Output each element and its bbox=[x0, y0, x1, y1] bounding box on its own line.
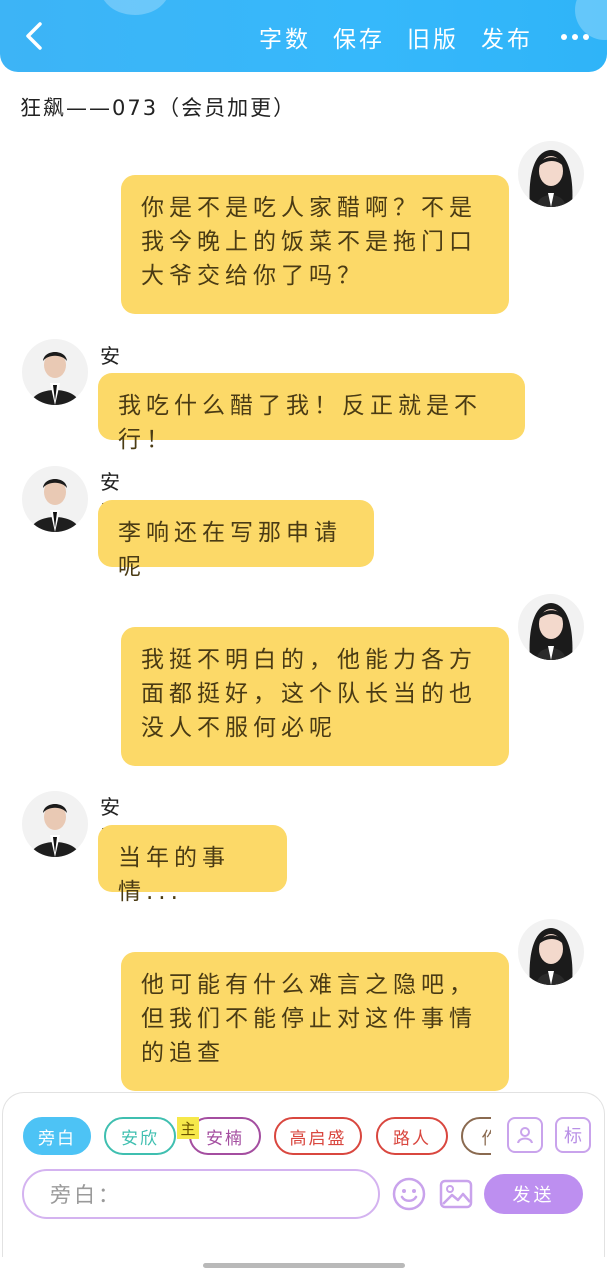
word-count-button[interactable]: 字数 bbox=[259, 20, 311, 54]
avatar-female-icon bbox=[518, 919, 584, 985]
role-chip-author[interactable]: 作 bbox=[461, 1117, 491, 1155]
back-button[interactable] bbox=[16, 18, 52, 54]
avatar-female[interactable] bbox=[518, 919, 584, 985]
emoji-icon[interactable] bbox=[391, 1176, 427, 1212]
avatar-female[interactable] bbox=[518, 594, 584, 660]
message-bubble[interactable]: 当年的事情... bbox=[98, 825, 287, 905]
publish-button[interactable]: 发布 bbox=[481, 20, 533, 54]
old-version-button[interactable]: 旧版 bbox=[407, 20, 459, 54]
main-role-badge: 主 bbox=[177, 1117, 199, 1139]
avatar-male-icon bbox=[22, 339, 88, 405]
chapter-title: 狂飙——073（会员加更） bbox=[20, 96, 297, 120]
chevron-left-icon bbox=[26, 22, 42, 50]
role-selector: 旁白 安欣 安楠 高启盛 路人 作 bbox=[23, 1117, 491, 1159]
emoji-glyph bbox=[392, 1177, 426, 1211]
avatar-male[interactable] bbox=[22, 466, 88, 532]
more-horizontal-icon[interactable] bbox=[555, 34, 589, 40]
message-bubble[interactable]: 李响还在写那申请呢 bbox=[98, 500, 374, 580]
image-icon[interactable] bbox=[438, 1176, 474, 1212]
role-chip-anxin[interactable]: 安欣 bbox=[104, 1117, 176, 1155]
home-indicator bbox=[203, 1263, 405, 1268]
role-chip-passerby[interactable]: 路人 bbox=[376, 1117, 448, 1155]
avatar-female[interactable] bbox=[518, 141, 584, 207]
message-input[interactable]: 旁白： bbox=[22, 1169, 380, 1219]
avatar-female-icon bbox=[518, 141, 584, 207]
avatar-male[interactable] bbox=[22, 339, 88, 405]
send-button[interactable]: 发送 bbox=[484, 1174, 583, 1214]
message-bubble[interactable]: 他可能有什么难言之隐吧，但我们不能停止对这件事情的追查 bbox=[121, 952, 509, 1091]
user-card-glyph bbox=[517, 1127, 533, 1144]
avatar-male[interactable] bbox=[22, 791, 88, 857]
message-bubble[interactable]: 我挺不明白的，他能力各方面都挺好，这个队长当的也没人不服何必呢 bbox=[121, 627, 509, 766]
save-button[interactable]: 保存 bbox=[333, 20, 385, 54]
tag-button[interactable]: 标 bbox=[555, 1117, 591, 1153]
avatar-male-icon bbox=[22, 466, 88, 532]
message-bubble[interactable]: 我吃什么醋了我！反正就是不行！ bbox=[98, 373, 525, 453]
image-glyph bbox=[439, 1179, 473, 1209]
top-header: 字数 保存 旧版 发布 bbox=[0, 0, 607, 72]
header-actions: 字数 保存 旧版 发布 bbox=[259, 18, 589, 56]
message-bubble[interactable]: 你是不是吃人家醋啊？不是我今晚上的饭菜不是拖门口大爷交给你了吗？ bbox=[121, 175, 509, 314]
role-chip-narrator[interactable]: 旁白 bbox=[23, 1117, 91, 1155]
chat-editor-page: 字数 保存 旧版 发布 狂飙——073（会员加更） 安楠 你是不是吃人家醋啊？不… bbox=[0, 0, 607, 1280]
avatar-male-icon bbox=[22, 791, 88, 857]
header-decoration bbox=[100, 0, 170, 15]
role-chip-annan[interactable]: 安楠 bbox=[189, 1117, 261, 1155]
role-chip-gaoqisheng[interactable]: 高启盛 bbox=[274, 1117, 362, 1155]
user-card-icon[interactable] bbox=[507, 1117, 543, 1153]
avatar-female-icon bbox=[518, 594, 584, 660]
